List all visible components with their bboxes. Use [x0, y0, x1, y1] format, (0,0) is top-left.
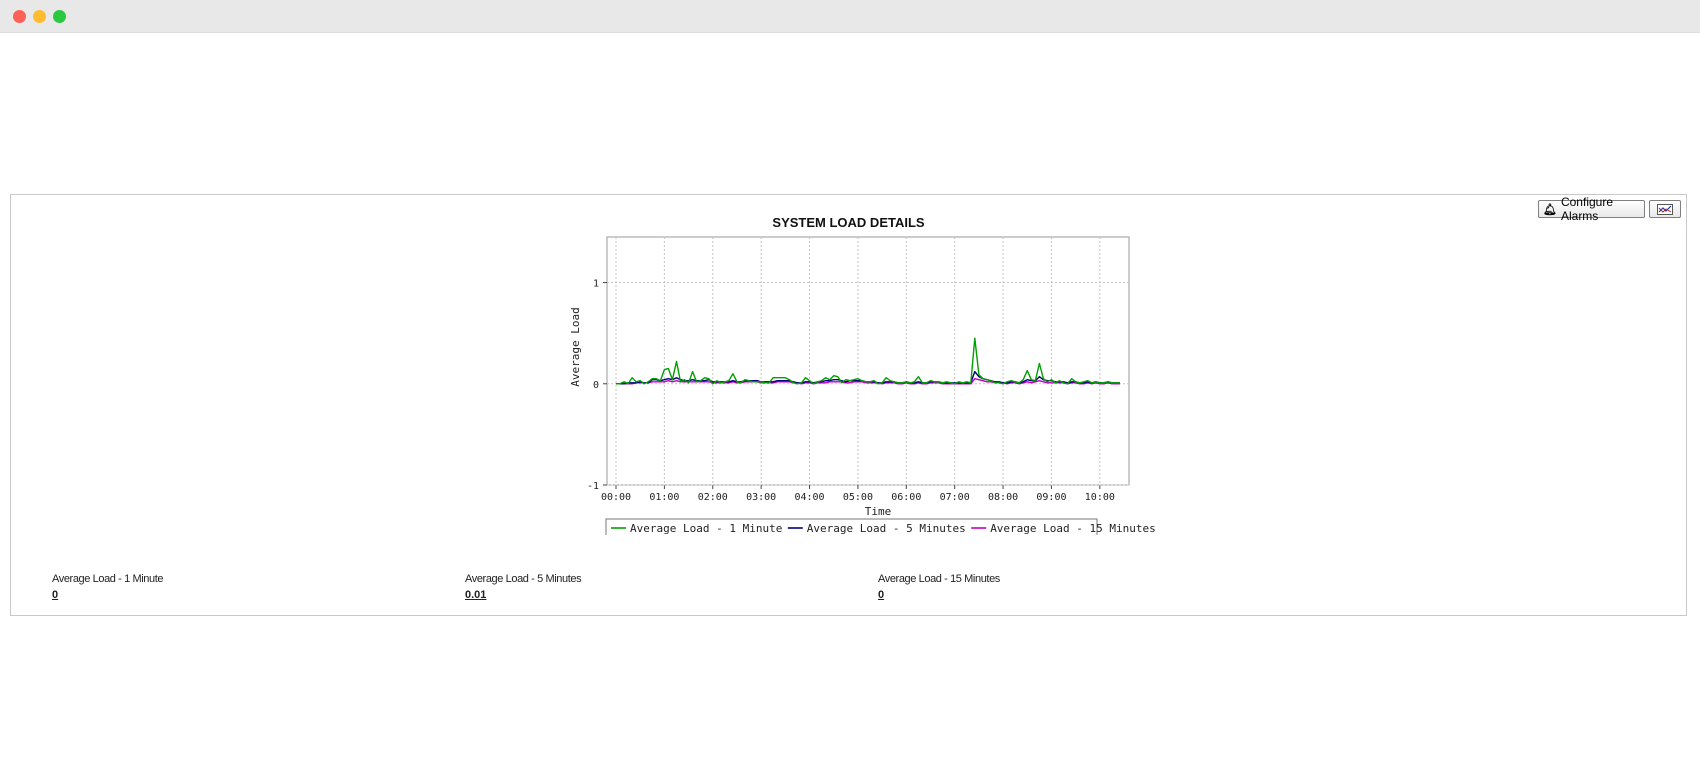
metric-load-15min: Average Load - 15 Minutes 0 — [878, 573, 1000, 603]
x-tick-label: 03:00 — [746, 492, 776, 503]
x-tick-label: 00:00 — [601, 492, 631, 503]
x-tick-label: 06:00 — [891, 492, 921, 503]
y-tick-label: 1 — [593, 279, 599, 290]
y-tick-label: -1 — [587, 481, 599, 492]
x-tick-label: 02:00 — [698, 492, 728, 503]
metric-label: Average Load - 5 Minutes — [465, 573, 582, 585]
system-load-panel: 🔔︎ Configure Alarms SYSTEM LOAD DETAILS … — [10, 194, 1687, 616]
x-axis-label: Time — [865, 505, 892, 518]
metric-label: Average Load - 1 Minute — [52, 573, 164, 585]
x-tick-label: 04:00 — [794, 492, 824, 503]
x-tick-label: 07:00 — [940, 492, 970, 503]
metric-load-5min: Average Load - 5 Minutes 0.01 — [465, 573, 582, 603]
metric-value-link[interactable]: 0 — [878, 589, 884, 601]
metric-value-link[interactable]: 0 — [52, 589, 58, 601]
legend-entry-label: Average Load - 1 Minute — [630, 522, 782, 535]
y-tick-label: 0 — [593, 380, 599, 391]
window-titlebar — [0, 0, 1700, 33]
legend-entry-label: Average Load - 5 Minutes — [807, 522, 966, 535]
x-tick-label: 08:00 — [988, 492, 1018, 503]
metric-value-link[interactable]: 0.01 — [465, 589, 486, 601]
y-axis-label: Average Load — [569, 307, 582, 386]
x-tick-label: 09:00 — [1036, 492, 1066, 503]
x-tick-label: 05:00 — [843, 492, 873, 503]
plot-area — [606, 236, 1130, 486]
legend-entry-label: Average Load - 15 Minutes — [990, 522, 1156, 535]
close-window-button[interactable] — [13, 10, 26, 23]
x-tick-label: 01:00 — [649, 492, 679, 503]
x-tick-label: 10:00 — [1085, 492, 1115, 503]
maximize-window-button[interactable] — [53, 10, 66, 23]
system-load-chart: 00:00 01:00 02:00 03:00 04:00 05:00 06:00 07:00… — [569, 236, 1156, 535]
minimize-window-button[interactable] — [33, 10, 46, 23]
metric-load-1min: Average Load - 1 Minute 0 — [52, 573, 163, 603]
metric-label: Average Load - 15 Minutes — [878, 573, 1000, 585]
